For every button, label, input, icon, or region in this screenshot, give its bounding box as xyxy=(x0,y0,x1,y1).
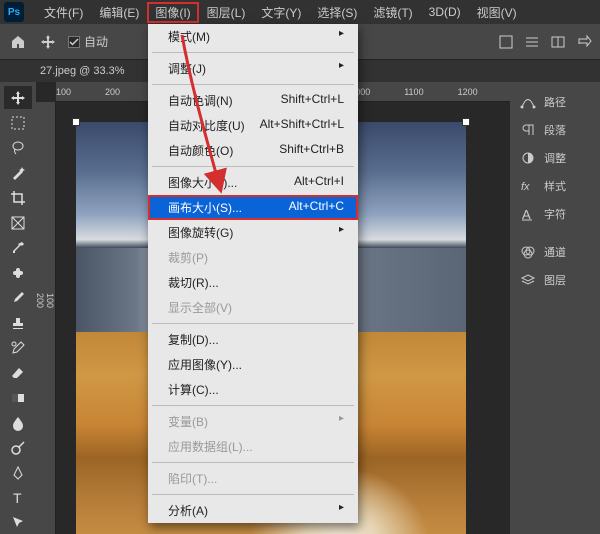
menu-view[interactable]: 视图(V) xyxy=(469,2,525,23)
channel-icon xyxy=(518,244,538,260)
menu-item-N[interactable]: 自动色调(N)Shift+Ctrl+L xyxy=(148,88,358,113)
tool-dodge[interactable] xyxy=(4,436,32,459)
menu-item-R[interactable]: 裁切(R)... xyxy=(148,270,358,295)
menu-item-M[interactable]: 模式(M) xyxy=(148,24,358,49)
adjust-icon xyxy=(518,150,538,166)
auto-select-checkbox[interactable]: 自动 xyxy=(68,33,108,50)
document-tab-label: 27.jpeg @ 33.3% xyxy=(40,65,125,77)
panel-label: 路径 xyxy=(544,94,566,110)
menu-separator xyxy=(152,405,354,406)
menu-item-Y[interactable]: 应用图像(Y)... xyxy=(148,352,358,377)
menu-separator xyxy=(152,494,354,495)
tool-gradient[interactable] xyxy=(4,386,32,409)
tool-stamp[interactable] xyxy=(4,311,32,334)
menu-type[interactable]: 文字(Y) xyxy=(253,2,309,23)
opt-align-icon[interactable] xyxy=(524,34,540,50)
ruler-vertical: 100200300400500600700800 xyxy=(36,102,56,534)
menu-bar: Ps 文件(F) 编辑(E) 图像(I) 图层(L) 文字(Y) 选择(S) 滤… xyxy=(0,0,600,24)
menu-separator xyxy=(152,84,354,85)
menu-item-S[interactable]: 画布大小(S)...Alt+Ctrl+C xyxy=(148,195,358,220)
path-icon xyxy=(518,94,538,110)
panel-paragraph[interactable]: 段落 xyxy=(514,116,596,144)
menu-3d[interactable]: 3D(D) xyxy=(421,3,469,21)
transform-handle-tr[interactable] xyxy=(462,118,470,126)
tool-pen[interactable] xyxy=(4,461,32,484)
svg-text:fx: fx xyxy=(521,181,530,193)
panel-paths[interactable]: 路径 xyxy=(514,88,596,116)
menu-item-P: 裁剪(P) xyxy=(148,245,358,270)
tool-path-select[interactable] xyxy=(4,511,32,534)
panel-label: 段落 xyxy=(544,122,566,138)
menu-item-D[interactable]: 复制(D)... xyxy=(148,327,358,352)
menu-select[interactable]: 选择(S) xyxy=(309,2,365,23)
menu-layer[interactable]: 图层(L) xyxy=(199,2,254,23)
tool-eraser[interactable] xyxy=(4,361,32,384)
image-menu-dropdown: 模式(M) 调整(J) 自动色调(N)Shift+Ctrl+L自动对比度(U)Alt… xyxy=(148,24,358,523)
tool-lasso[interactable] xyxy=(4,136,32,159)
opt-3d-icon[interactable] xyxy=(498,34,514,50)
menu-separator xyxy=(152,52,354,53)
panel-label: 图层 xyxy=(544,272,566,288)
menu-item-C[interactable]: 计算(C)... xyxy=(148,377,358,402)
menu-edit[interactable]: 编辑(E) xyxy=(91,2,147,23)
panel-label: 通道 xyxy=(544,244,566,260)
opt-panel-icon[interactable] xyxy=(550,34,566,50)
menu-item-U[interactable]: 自动对比度(U)Alt+Shift+Ctrl+L xyxy=(148,113,358,138)
ps-logo: Ps xyxy=(4,2,24,22)
menu-filter[interactable]: 滤镜(T) xyxy=(365,2,420,23)
menu-item-G[interactable]: 图像旋转(G) xyxy=(148,220,358,245)
tools-panel: T xyxy=(0,82,36,534)
tool-history-brush[interactable] xyxy=(4,336,32,359)
tool-brush[interactable] xyxy=(4,286,32,309)
char-icon: A xyxy=(518,206,538,222)
style-icon: fx xyxy=(518,178,538,194)
tool-wand[interactable] xyxy=(4,161,32,184)
menu-item-A[interactable]: 分析(A) xyxy=(148,498,358,523)
menu-item-L: 应用数据组(L)... xyxy=(148,434,358,459)
menu-item-O[interactable]: 自动颜色(O)Shift+Ctrl+B xyxy=(148,138,358,163)
panels-dock: 路径 段落 调整 fx 样式 A 字符 通道 图层 xyxy=(510,82,600,534)
tool-heal[interactable] xyxy=(4,261,32,284)
menu-file[interactable]: 文件(F) xyxy=(36,2,91,23)
panel-layers[interactable]: 图层 xyxy=(514,266,596,294)
panel-adjustments[interactable]: 调整 xyxy=(514,144,596,172)
panel-character[interactable]: A 字符 xyxy=(514,200,596,228)
transform-handle-tl[interactable] xyxy=(72,118,80,126)
menu-separator xyxy=(152,166,354,167)
tool-frame[interactable] xyxy=(4,211,32,234)
panel-label: 样式 xyxy=(544,178,566,194)
menu-item-T: 陷印(T)... xyxy=(148,466,358,491)
svg-text:T: T xyxy=(13,490,22,506)
tool-blur[interactable] xyxy=(4,411,32,434)
menu-item-J[interactable]: 调整(J) xyxy=(148,56,358,81)
move-tool-icon xyxy=(38,32,58,52)
menu-item-V: 显示全部(V) xyxy=(148,295,358,320)
auto-select-label: 自动 xyxy=(84,33,108,50)
menu-image[interactable]: 图像(I) xyxy=(147,2,198,23)
panel-label: 字符 xyxy=(544,206,566,222)
panel-channels[interactable]: 通道 xyxy=(514,238,596,266)
tool-crop[interactable] xyxy=(4,186,32,209)
menu-separator xyxy=(152,462,354,463)
paragraph-icon xyxy=(518,122,538,138)
opt-share-icon[interactable] xyxy=(576,34,592,50)
tool-marquee[interactable] xyxy=(4,111,32,134)
menu-item-I[interactable]: 图像大小(I)...Alt+Ctrl+I xyxy=(148,170,358,195)
tool-move[interactable] xyxy=(4,86,32,109)
tool-eyedropper[interactable] xyxy=(4,236,32,259)
home-icon[interactable] xyxy=(8,32,28,52)
panel-label: 调整 xyxy=(544,150,566,166)
svg-text:A: A xyxy=(522,207,531,221)
menu-item-B: 变量(B) xyxy=(148,409,358,434)
panel-styles[interactable]: fx 样式 xyxy=(514,172,596,200)
tool-text[interactable]: T xyxy=(4,486,32,509)
layer-icon xyxy=(518,272,538,288)
menu-separator xyxy=(152,323,354,324)
